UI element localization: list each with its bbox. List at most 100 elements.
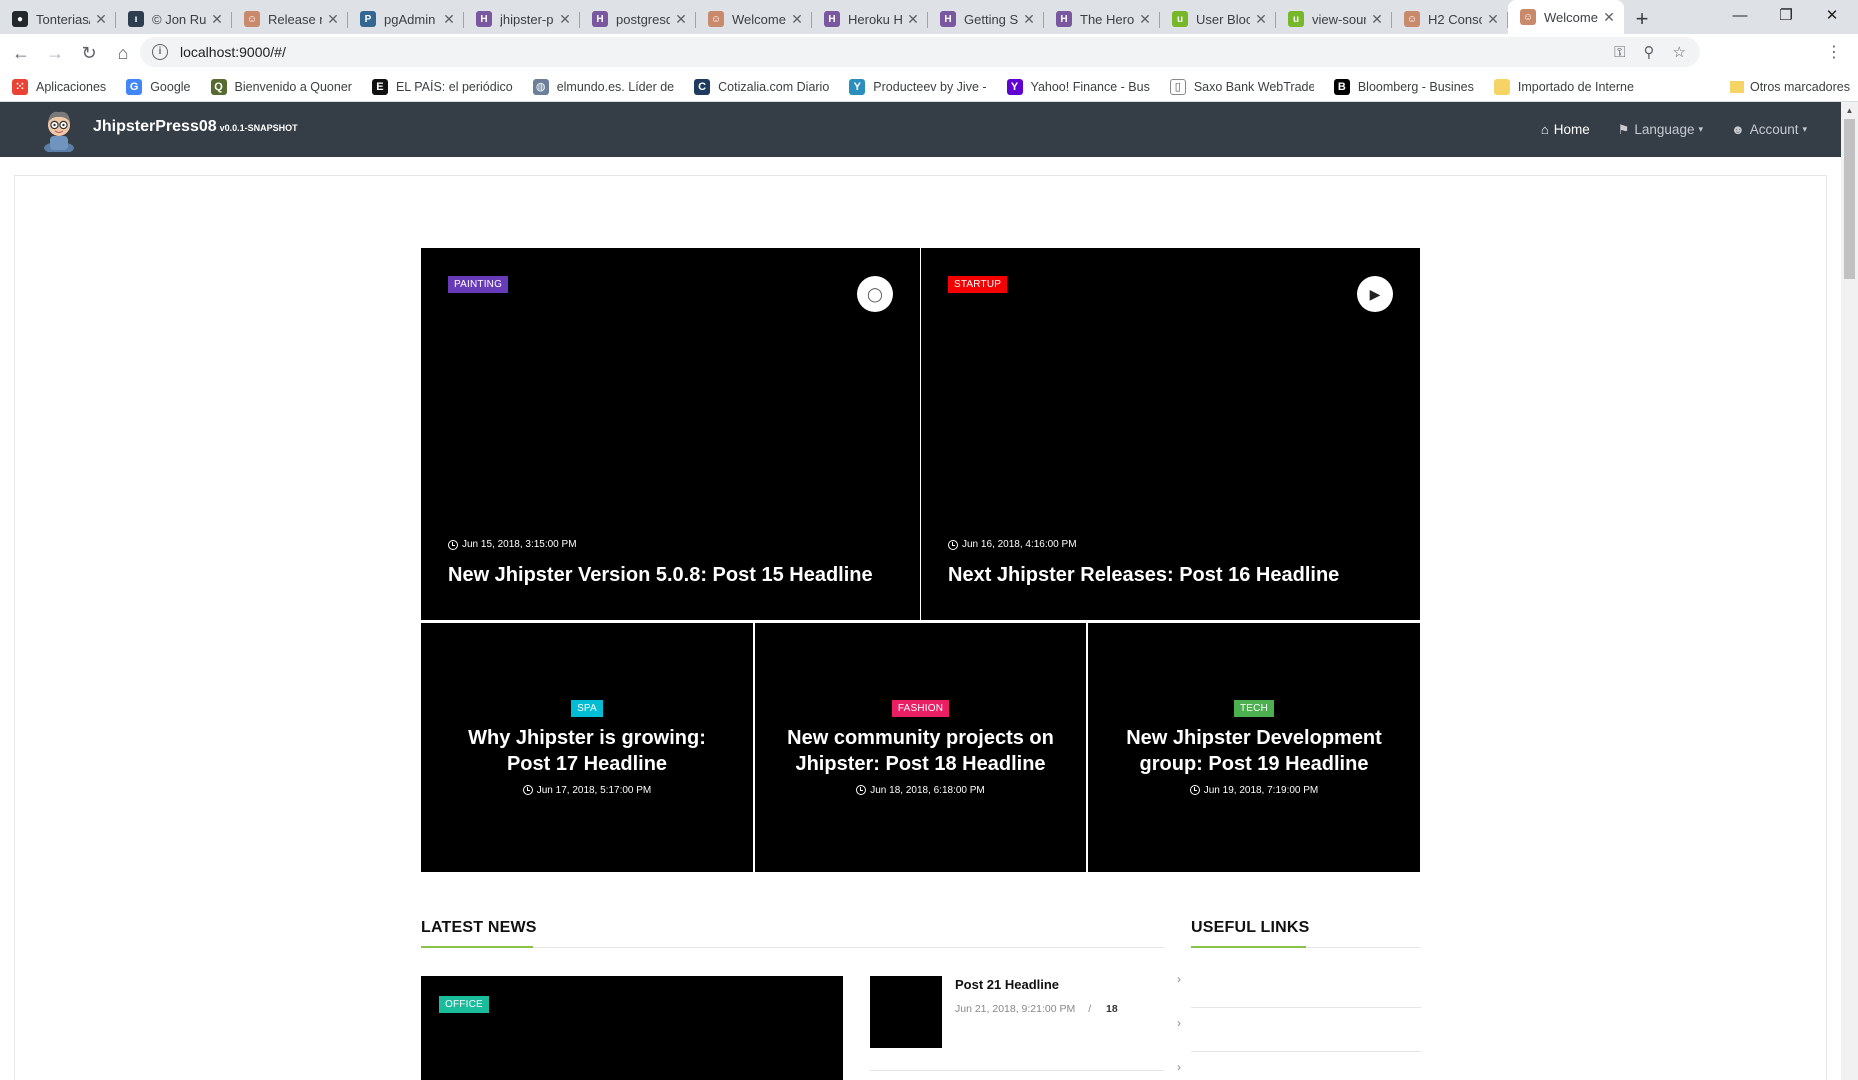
bookmark-label[interactable]: Producteev by Jive - xyxy=(873,80,986,94)
tab-title[interactable]: jhipster-p xyxy=(500,12,554,27)
tab-title[interactable]: User Bloc xyxy=(1196,12,1250,27)
site-info-icon[interactable]: i xyxy=(152,44,168,60)
browser-tab[interactable]: ☺ Welcome ✕ xyxy=(1508,0,1624,34)
browser-tab[interactable]: H Getting St ✕ xyxy=(928,4,1044,34)
bookmark-item[interactable]: G Google xyxy=(126,78,191,95)
browser-tab[interactable]: ☺ H2 Conso ✕ xyxy=(1392,4,1508,34)
close-tab-icon[interactable]: ✕ xyxy=(790,11,804,28)
back-icon[interactable]: ← xyxy=(4,36,38,70)
nav-home[interactable]: ⌂ Home xyxy=(1541,122,1590,137)
close-tab-icon[interactable]: ✕ xyxy=(1370,11,1384,28)
key-icon[interactable]: ⚿ xyxy=(1614,44,1625,61)
category-badge[interactable]: SPA xyxy=(571,699,603,717)
address-bar[interactable]: i localhost:9000/#/ ⚿ ⚲ ☆ xyxy=(140,37,1700,67)
bookmark-star-icon[interactable]: ☆ xyxy=(1673,43,1686,61)
close-tab-icon[interactable]: ✕ xyxy=(558,11,572,28)
bookmark-item[interactable]: Q Bienvenido a Quoner xyxy=(210,78,352,95)
category-badge[interactable]: PAINTING xyxy=(448,276,509,293)
category-badge[interactable]: FASHION xyxy=(891,699,950,717)
bookmark-label[interactable]: Importado de Interne xyxy=(1518,80,1634,94)
brand-name[interactable]: JhipsterPress08 xyxy=(93,118,217,135)
category-badge[interactable]: OFFICE xyxy=(439,996,489,1013)
tab-title[interactable]: Getting St xyxy=(964,12,1018,27)
tab-title[interactable]: Heroku H xyxy=(848,12,902,27)
browser-tab[interactable]: ☺ Release n ✕ xyxy=(232,4,348,34)
bookmark-label[interactable]: Yahoo! Finance - Bus xyxy=(1031,80,1150,94)
nav-account[interactable]: ☻ Account ▾ xyxy=(1731,122,1807,137)
featured-post-card[interactable]: FASHION New community projects on Jhipst… xyxy=(755,623,1086,872)
tab-title[interactable]: Release n xyxy=(268,12,322,27)
scroll-up-arrow[interactable]: ▲ xyxy=(1841,102,1858,119)
close-tab-icon[interactable]: ✕ xyxy=(1022,11,1036,28)
bookmark-item[interactable]: ◍ elmundo.es. Líder de xyxy=(532,78,674,95)
bookmark-label[interactable]: elmundo.es. Líder de xyxy=(557,80,674,94)
bookmark-label[interactable]: Saxo Bank WebTrade xyxy=(1194,80,1314,94)
chevron-right-icon[interactable]: › xyxy=(1177,972,1181,986)
close-tab-icon[interactable]: ✕ xyxy=(94,11,108,28)
browser-tab[interactable]: ı © Jon Ru ✕ xyxy=(116,4,232,34)
close-tab-icon[interactable]: ✕ xyxy=(1138,11,1152,28)
scrollbar-thumb[interactable] xyxy=(1844,119,1855,279)
page-scrollbar[interactable]: ▲ xyxy=(1841,102,1858,1080)
browser-tab[interactable]: H Heroku H ✕ xyxy=(812,4,928,34)
chevron-right-icon[interactable]: › xyxy=(1177,1060,1181,1074)
brand[interactable]: JhipsterPress08 v0.0.1-SNAPSHOT xyxy=(93,118,298,136)
reload-icon[interactable]: ↻ xyxy=(72,36,106,70)
close-window-button[interactable]: ✕ xyxy=(1809,0,1855,30)
post-title[interactable]: Next Jhipster Releases: Post 16 Headline xyxy=(948,564,1339,587)
browser-tab[interactable]: u view-sour ✕ xyxy=(1276,4,1392,34)
bookmark-item[interactable]: B Bloomberg - Busines xyxy=(1333,78,1474,95)
news-thumbnail[interactable] xyxy=(870,976,942,1048)
close-tab-icon[interactable]: ✕ xyxy=(906,11,920,28)
tab-title[interactable]: The Herol xyxy=(1080,12,1134,27)
close-tab-icon[interactable]: ✕ xyxy=(210,11,224,28)
tab-title[interactable]: Tonterias/ xyxy=(36,12,90,27)
maximize-button[interactable]: ❐ xyxy=(1763,0,1809,30)
bookmark-label[interactable]: Bloomberg - Busines xyxy=(1358,80,1474,94)
bookmark-item[interactable]: ⁙ Aplicaciones xyxy=(12,78,106,95)
post-title[interactable]: New community projects on Jhipster: Post… xyxy=(783,725,1058,777)
home-icon[interactable]: ⌂ xyxy=(106,36,140,70)
browser-tab[interactable]: Hpostgresq ✕ xyxy=(580,4,696,34)
news-feature-card[interactable]: OFFICE xyxy=(421,976,843,1080)
bookmark-label[interactable]: Aplicaciones xyxy=(36,80,106,94)
tab-title[interactable]: postgresq xyxy=(616,12,670,27)
browser-tab[interactable]: ● Tonterias/ ✕ xyxy=(0,4,116,34)
featured-post-card[interactable]: SPA Why Jhipster is growing: Post 17 Hea… xyxy=(421,623,753,872)
play-icon[interactable]: ▶ xyxy=(1357,276,1393,312)
close-tab-icon[interactable]: ✕ xyxy=(1254,11,1268,28)
browser-tab[interactable]: Hjhipster-p ✕ xyxy=(464,4,580,34)
forward-icon[interactable]: → xyxy=(38,36,72,70)
bookmark-item[interactable]: ▯ Saxo Bank WebTrade xyxy=(1169,78,1314,95)
featured-post-card[interactable]: STARTUP ▶ Jun 16, 2018, 4:16:00 PM Next … xyxy=(921,248,1420,620)
tab-title[interactable]: © Jon Ru xyxy=(152,12,206,27)
category-badge[interactable]: STARTUP xyxy=(948,276,1008,293)
tab-title[interactable]: pgAdmin xyxy=(384,12,438,27)
featured-post-card[interactable]: PAINTING ◯ Jun 15, 2018, 3:15:00 PM New … xyxy=(421,248,920,620)
jhipster-logo[interactable] xyxy=(40,108,78,152)
browser-tab[interactable]: ☺ Welcome ✕ xyxy=(696,4,812,34)
tab-title[interactable]: Welcome xyxy=(1544,10,1598,25)
url-text[interactable]: localhost:9000/#/ xyxy=(180,44,286,60)
minimize-button[interactable]: — xyxy=(1717,0,1763,30)
bookmark-item[interactable]: Y Producteev by Jive - xyxy=(849,78,987,95)
nav-language[interactable]: ⚑ Language ▾ xyxy=(1618,122,1703,138)
browser-tab[interactable]: PpgAdmin ✕ xyxy=(348,4,464,34)
tab-title[interactable]: view-sour xyxy=(1312,12,1366,27)
bookmark-label[interactable]: Google xyxy=(150,80,190,94)
post-title[interactable]: Why Jhipster is growing: Post 17 Headlin… xyxy=(449,725,725,777)
bookmark-item[interactable]: Y Yahoo! Finance - Bus xyxy=(1006,78,1150,95)
bookmark-label[interactable]: Cotizalia.com Diario xyxy=(718,80,829,94)
tab-title[interactable]: Welcome xyxy=(732,12,786,27)
other-bookmarks[interactable]: Otros marcadores xyxy=(1729,72,1850,102)
browser-tab[interactable]: u User Bloc ✕ xyxy=(1160,4,1276,34)
bookmark-item[interactable]: E EL PAÍS: el periódico xyxy=(371,78,513,95)
close-tab-icon[interactable]: ✕ xyxy=(674,11,688,28)
post-title[interactable]: New Jhipster Development group: Post 19 … xyxy=(1116,725,1392,777)
zoom-icon[interactable]: ⚲ xyxy=(1644,43,1655,61)
close-tab-icon[interactable]: ✕ xyxy=(326,11,340,28)
chevron-right-icon[interactable]: › xyxy=(1177,1016,1181,1030)
menu-dots-icon[interactable]: ⋮ xyxy=(1826,42,1842,62)
new-tab-button[interactable]: + xyxy=(1624,4,1660,34)
post-title[interactable]: New Jhipster Version 5.0.8: Post 15 Head… xyxy=(448,564,873,587)
